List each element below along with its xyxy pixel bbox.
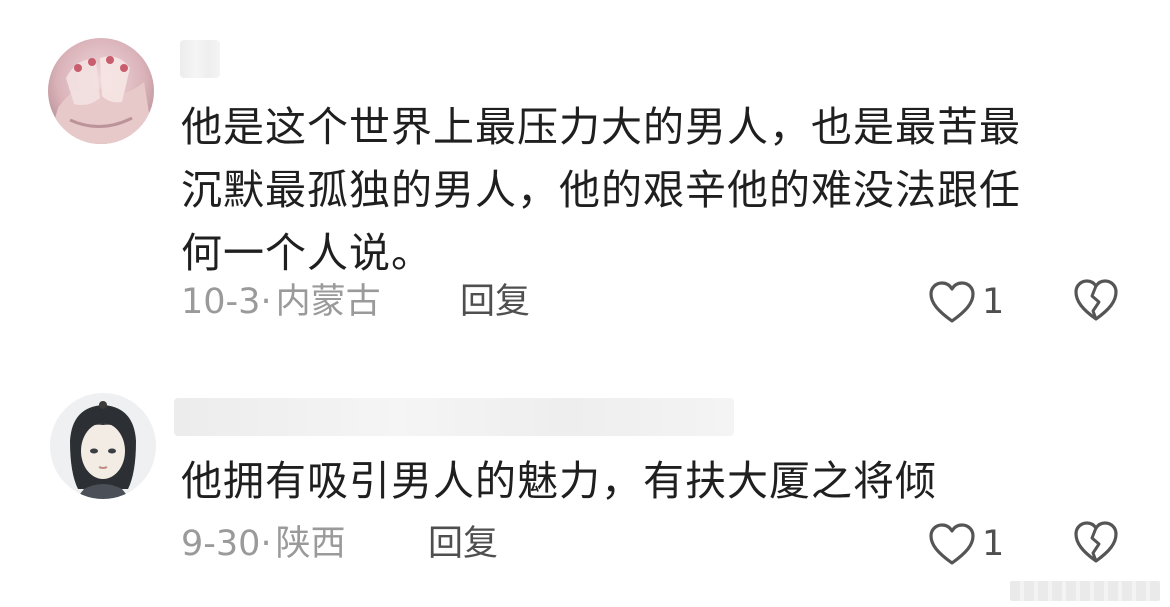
meta-separator: · <box>260 524 272 564</box>
dislike-button[interactable] <box>1073 520 1119 568</box>
like-button[interactable]: 1 <box>928 520 1004 568</box>
comment-text: 他拥有吸引男人的魅力，有扶大厦之将倾 <box>181 450 937 513</box>
heart-outline-icon <box>928 522 976 566</box>
broken-heart-icon <box>1073 520 1119 568</box>
comment-item: 他拥有吸引男人的魅力，有扶大厦之将倾 9-30· 陕西 回复 1 <box>0 0 1170 607</box>
avatar[interactable] <box>50 393 156 499</box>
like-count: 1 <box>982 524 1005 564</box>
watermark <box>1010 581 1160 601</box>
comment-location: 陕西 <box>275 524 346 564</box>
comment-meta: 9-30· 陕西 回复 <box>181 520 881 568</box>
username[interactable] <box>174 398 734 436</box>
comment-date: 9-30 <box>181 524 261 564</box>
reply-button[interactable]: 回复 <box>428 520 498 568</box>
comment-text-line: 他拥有吸引男人的魅力，有扶大厦之将倾 <box>181 457 937 505</box>
